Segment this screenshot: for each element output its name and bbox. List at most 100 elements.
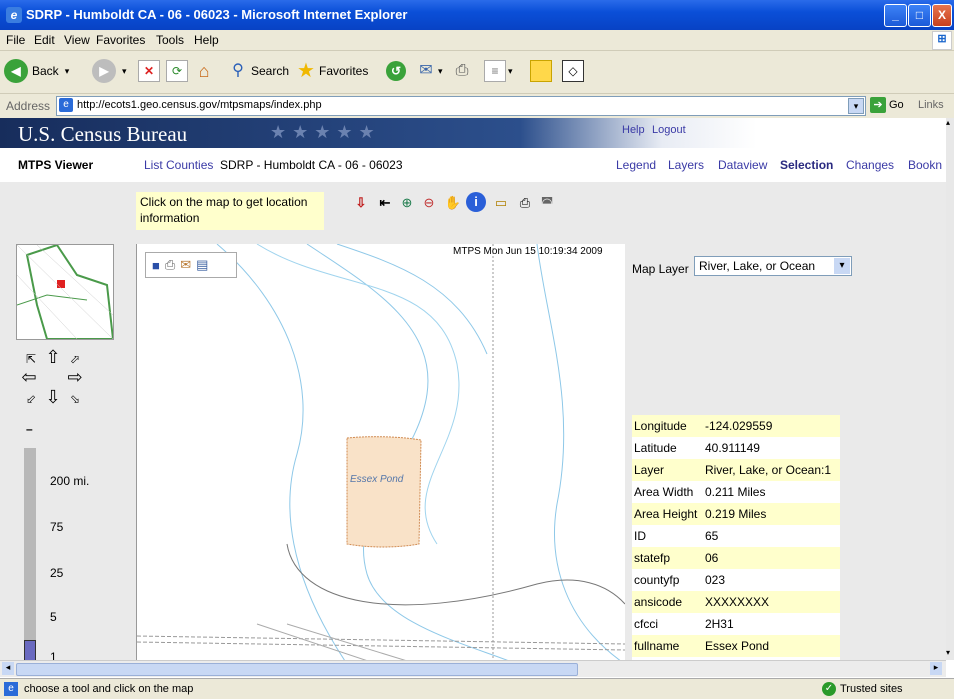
pan-southeast-icon[interactable]: ⬂ (66, 390, 84, 408)
zoom-level-label[interactable]: 25 (50, 566, 63, 580)
edit-button[interactable]: ≡ ▾ (484, 58, 513, 84)
table-row: countyfp 023 (632, 569, 840, 591)
pan-southwest-icon[interactable]: ⬃ (22, 390, 40, 408)
pan-east-icon[interactable]: ⇨ (66, 368, 84, 386)
ie-logo-icon: e (6, 7, 22, 23)
zoom-level-label[interactable]: 1 (50, 650, 57, 660)
pan-north-icon[interactable]: ⇧ (44, 348, 62, 366)
logout-link[interactable]: Logout (652, 124, 686, 136)
zoom-level-label[interactable]: 200 mi. (50, 474, 89, 488)
email-icon[interactable]: ✉ (180, 257, 191, 273)
tab-legend[interactable]: Legend (616, 158, 656, 172)
scroll-right-icon[interactable]: ▸ (930, 662, 942, 675)
messenger-button[interactable]: ◇ (562, 58, 584, 84)
attr-key: Area Width (632, 481, 703, 503)
mail-button[interactable]: ✉ ▾ (416, 58, 443, 84)
zoom-in-icon[interactable]: ⊕ (398, 194, 416, 212)
zoom-out-minus[interactable]: – (26, 422, 33, 436)
export-icon[interactable]: ▤ (196, 257, 208, 273)
back-label: Back (32, 64, 59, 78)
search-icon: ⚲ (232, 62, 244, 79)
scroll-thumb[interactable] (16, 663, 578, 676)
attr-value: XXXXXXXX (702, 591, 840, 613)
map-layer-select[interactable]: River, Lake, or Ocean ▾ (694, 256, 852, 276)
menu-file[interactable]: File (6, 33, 25, 47)
minimize-button[interactable]: _ (884, 4, 907, 27)
menu-favorites[interactable]: Favorites (96, 33, 145, 47)
scroll-up-icon[interactable]: ▴ (946, 118, 950, 127)
address-bar: Address e http://ecots1.geo.census.gov/m… (0, 94, 954, 119)
overview-map[interactable] (16, 244, 114, 340)
menu-edit[interactable]: Edit (34, 33, 55, 47)
table-row: Longitude -124.029559 (632, 415, 840, 437)
trusted-check-icon: ✓ (822, 682, 836, 696)
tab-changes[interactable]: Changes (846, 158, 894, 172)
address-dropdown-icon[interactable]: ▾ (848, 98, 864, 114)
full-extent-icon[interactable]: ⇩ (352, 194, 370, 212)
history-button[interactable]: ↺ (386, 58, 406, 84)
pan-northwest-icon[interactable]: ⇱ (22, 350, 40, 368)
zoom-slider-handle[interactable] (24, 640, 36, 660)
scroll-down-icon[interactable]: ▾ (946, 648, 950, 657)
pan-west-icon[interactable]: ⇦ (20, 368, 38, 386)
address-label: Address (6, 99, 51, 113)
refresh-button[interactable]: ⟳ (166, 58, 188, 84)
tab-bookmarks[interactable]: Bookn (908, 158, 942, 172)
attr-value: 06 (702, 547, 840, 569)
pan-south-icon[interactable]: ⇩ (44, 388, 62, 406)
horizontal-scrollbar[interactable]: ◂ ▸ (0, 660, 946, 677)
previous-extent-icon[interactable]: ⇤ (376, 194, 394, 212)
menu-tools[interactable]: Tools (156, 33, 184, 47)
close-button[interactable]: X (932, 4, 952, 27)
viewer-title: MTPS Viewer (18, 158, 94, 172)
zoom-level-label[interactable]: 5 (50, 610, 57, 624)
attr-key: statefp (632, 547, 703, 569)
map-canvas[interactable]: MTPS Mon Jun 15 10:19:34 2009 Essex Pond… (136, 244, 625, 660)
security-zone: Trusted sites (840, 683, 903, 695)
maximize-button[interactable]: □ (908, 4, 931, 27)
feature-label: Essex Pond (350, 474, 404, 485)
menu-view[interactable]: View (64, 33, 90, 47)
dropdown-arrow-icon: ▾ (122, 65, 127, 76)
home-button[interactable]: ⌂ (194, 58, 214, 84)
zoom-level-label[interactable]: 75 (50, 520, 63, 534)
messenger-icon: ◇ (562, 60, 584, 82)
print-button[interactable]: ⎙ (452, 58, 472, 84)
windows-flag-icon: ⊞ (932, 31, 952, 50)
measure-icon[interactable]: ▭ (492, 194, 510, 212)
scroll-left-icon[interactable]: ◂ (2, 662, 14, 675)
save-icon[interactable]: ■ (152, 258, 160, 273)
tab-selection[interactable]: Selection (780, 158, 833, 172)
zoom-slider-track[interactable] (24, 448, 36, 660)
search-button[interactable]: ⚲ Search (228, 58, 289, 84)
menu-help[interactable]: Help (194, 33, 219, 47)
identify-info-icon[interactable]: i (466, 192, 486, 212)
tool-hint: Click on the map to get location informa… (136, 192, 324, 230)
back-button[interactable]: ◀ Back ▾ (4, 58, 69, 84)
table-row: statefp 06 (632, 547, 840, 569)
address-input[interactable]: e http://ecots1.geo.census.gov/mtpsmaps/… (56, 96, 866, 116)
favorites-button[interactable]: ★ Favorites (296, 58, 368, 84)
stop-button[interactable]: ✕ (138, 58, 160, 84)
help-link[interactable]: Help (622, 124, 645, 136)
go-button[interactable]: ➔ Go (870, 97, 904, 113)
links-label[interactable]: Links (918, 99, 944, 111)
pan-hand-icon[interactable]: ✋ (444, 194, 462, 212)
tab-layers[interactable]: Layers (668, 158, 704, 172)
forward-button[interactable]: ▶ ▾ (92, 58, 127, 84)
notes-button[interactable] (530, 58, 552, 84)
search-label: Search (251, 64, 290, 78)
table-row: ansicode XXXXXXXX (632, 591, 840, 613)
dropdown-arrow-icon: ▾ (438, 65, 443, 76)
tab-dataview[interactable]: Dataview (718, 158, 767, 172)
zoom-out-icon[interactable]: ⊖ (420, 194, 438, 212)
select-icon[interactable]: ◚ (538, 194, 556, 212)
pan-northeast-icon[interactable]: ⬀ (66, 350, 84, 368)
print-icon[interactable]: ⎙ (165, 257, 175, 273)
attr-value: Essex Pond (702, 635, 840, 657)
print-map-icon[interactable]: ⎙ (516, 194, 534, 212)
vertical-scrollbar[interactable]: ▴ ▾ (946, 118, 954, 660)
attr-value: 0.219 Miles (702, 503, 840, 525)
table-row: Area Width 0.211 Miles (632, 481, 840, 503)
list-counties-link[interactable]: List Counties (144, 158, 213, 172)
